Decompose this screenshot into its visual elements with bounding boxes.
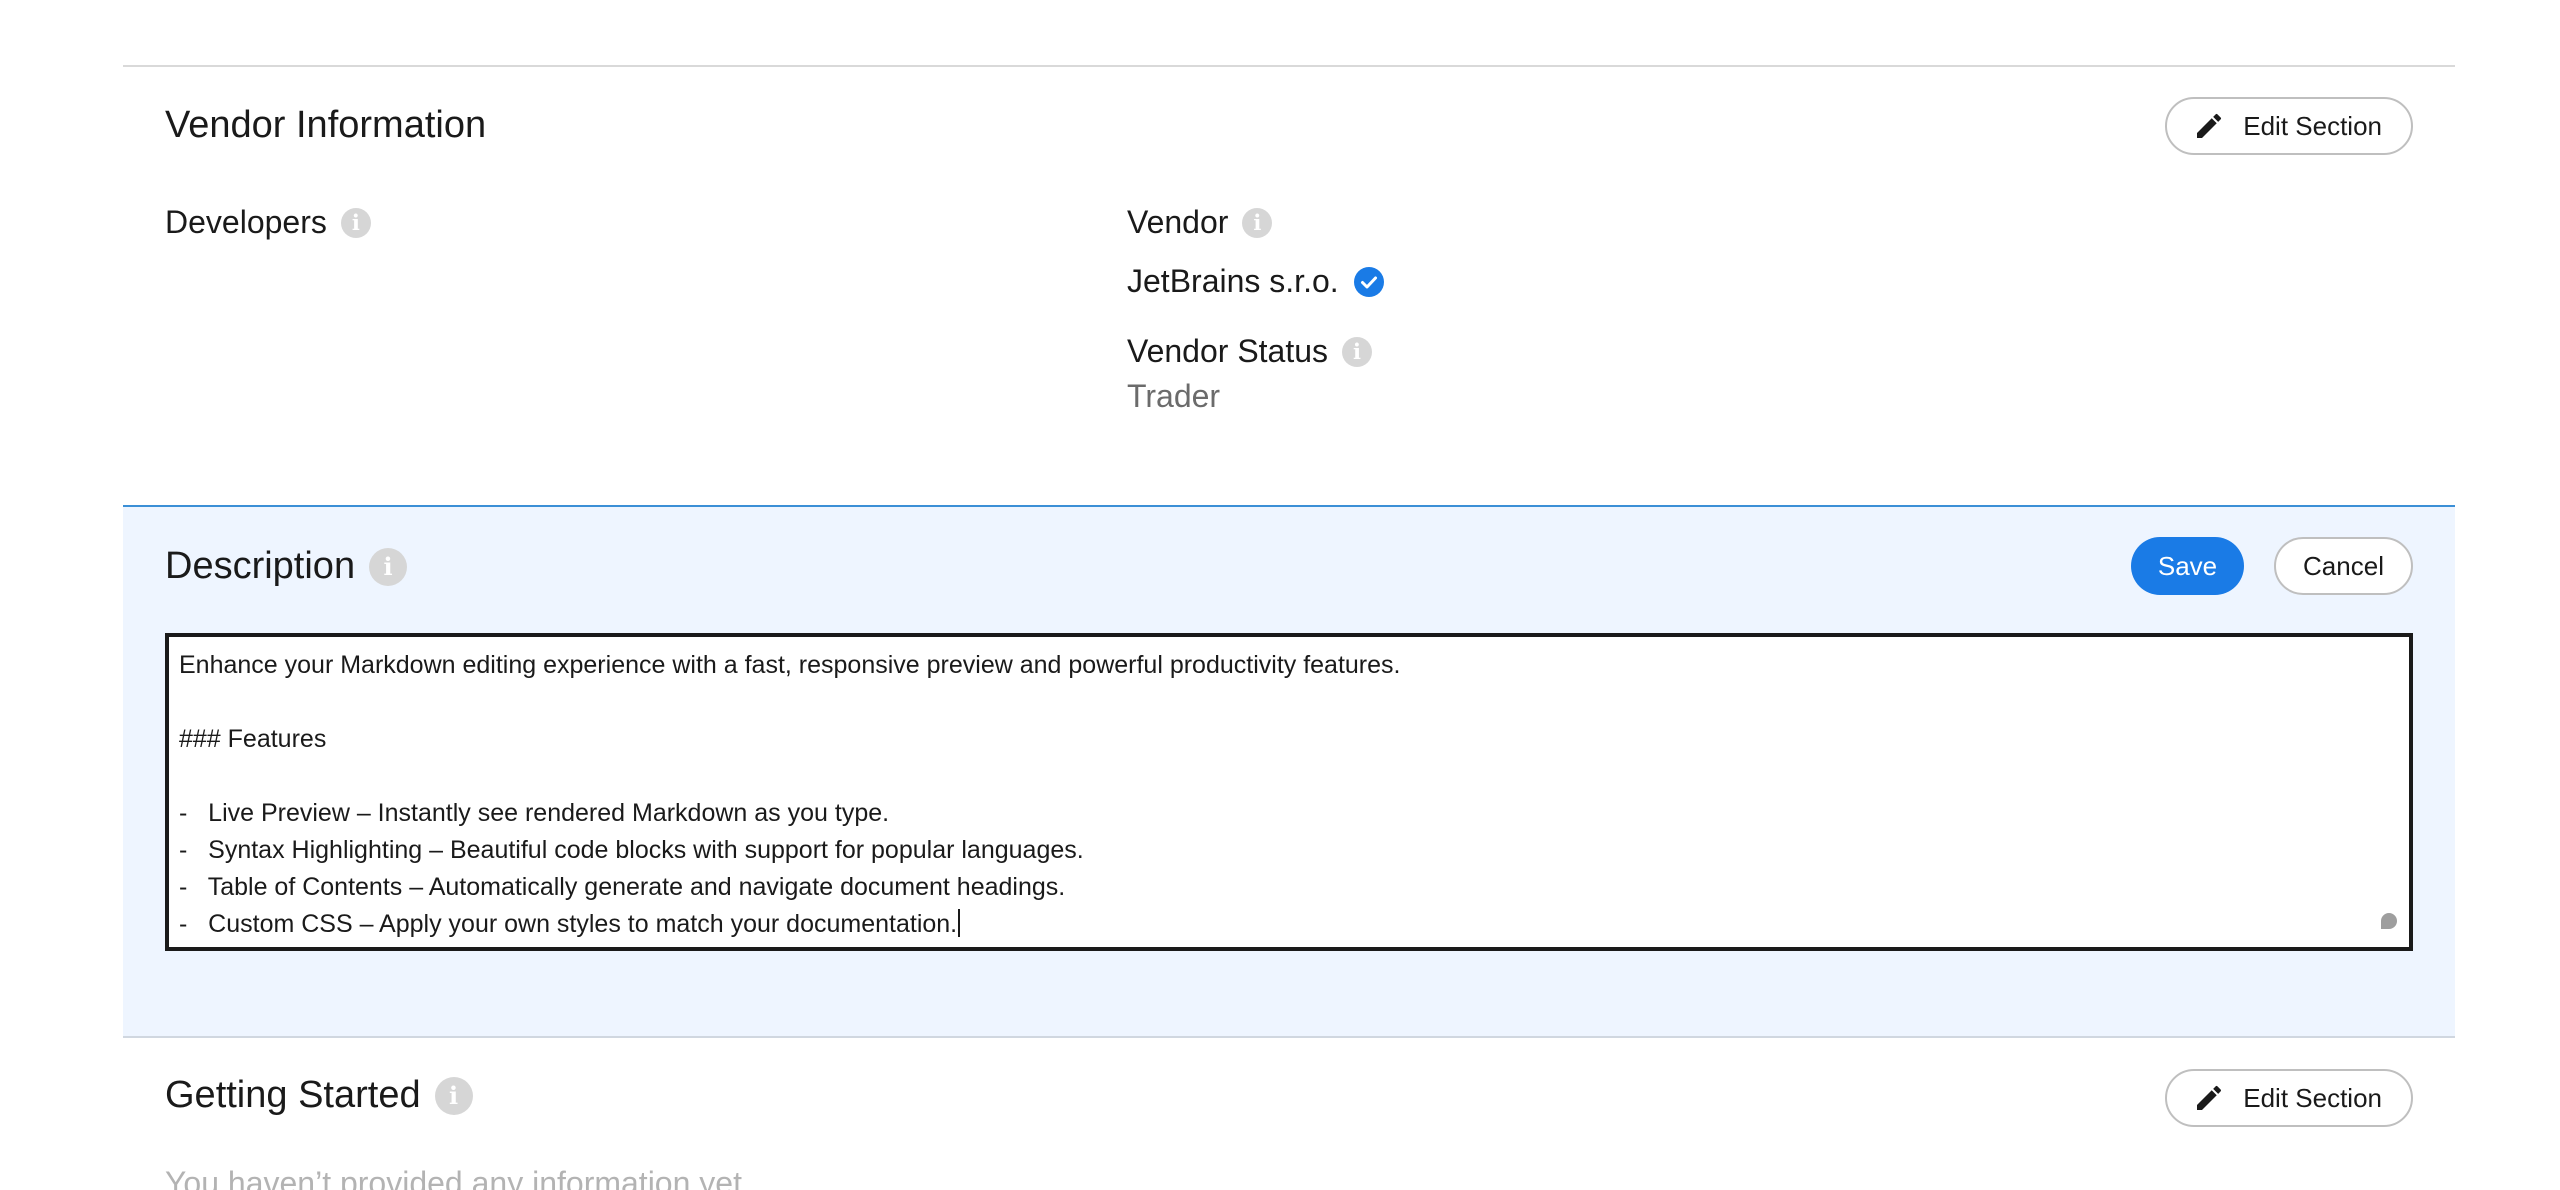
vendor-information-section: Vendor Information Edit Section Develope…: [123, 67, 2455, 505]
section-title: Description i: [165, 545, 408, 588]
verified-check-icon: [1353, 266, 1384, 297]
editor-line: - Live Preview – Instantly see rendered …: [179, 799, 890, 827]
editor-line: Enhance your Markdown editing experience…: [179, 651, 1401, 679]
vendor-label: Vendor i: [1127, 204, 1273, 241]
editor-line: - Table of Contents – Automatically gene…: [179, 873, 1066, 901]
pencil-icon: [2197, 113, 2222, 138]
edit-section-button[interactable]: Edit Section: [2165, 97, 2413, 155]
section-title: Vendor Information: [165, 104, 487, 146]
developers-label: Developers i: [165, 204, 371, 241]
developers-label-text: Developers: [165, 204, 327, 240]
vendor-name: JetBrains s.r.o.: [1127, 263, 1385, 300]
cancel-button[interactable]: Cancel: [2274, 537, 2413, 595]
section-title-text: Getting Started: [165, 1074, 421, 1116]
save-button[interactable]: Save: [2131, 537, 2244, 595]
section-title: Getting Started i: [165, 1074, 473, 1117]
resize-handle-icon[interactable]: [2381, 913, 2397, 929]
info-icon[interactable]: i: [340, 207, 371, 238]
vendor-status-label: Vendor Status i: [1127, 333, 1373, 370]
section-title-text: Description: [165, 545, 356, 587]
info-icon[interactable]: i: [434, 1076, 473, 1115]
listing-editor-page: Vendor Information Edit Section Develope…: [0, 0, 2560, 1190]
vendor-label-text: Vendor: [1127, 204, 1229, 240]
info-icon[interactable]: i: [369, 547, 408, 586]
editor-line: ### Features: [179, 725, 327, 753]
info-icon[interactable]: i: [1342, 336, 1373, 367]
editor-line-text: - Custom CSS – Apply your own styles to …: [179, 910, 958, 938]
editor-line: - Syntax Highlighting – Beautiful code b…: [179, 836, 1084, 864]
description-section: Description i Save Cancel Enhance your M…: [123, 505, 2455, 1038]
info-icon[interactable]: i: [1242, 207, 1273, 238]
edit-section-label: Edit Section: [2243, 1082, 2382, 1113]
edit-section-button[interactable]: Edit Section: [2165, 1069, 2413, 1127]
pencil-icon: [2197, 1085, 2222, 1110]
vendor-status-value: Trader: [1127, 378, 1221, 414]
vendor-status-label-text: Vendor Status: [1127, 333, 1329, 369]
vendor-name-text: JetBrains s.r.o.: [1127, 263, 1339, 299]
text-caret: [958, 909, 961, 937]
empty-state-text: You haven’t provided any information yet: [165, 1165, 742, 1190]
description-textarea[interactable]: Enhance your Markdown editing experience…: [165, 633, 2413, 951]
edit-section-label: Edit Section: [2243, 110, 2382, 141]
editor-line-last: - Custom CSS – Apply your own styles to …: [179, 906, 2399, 943]
